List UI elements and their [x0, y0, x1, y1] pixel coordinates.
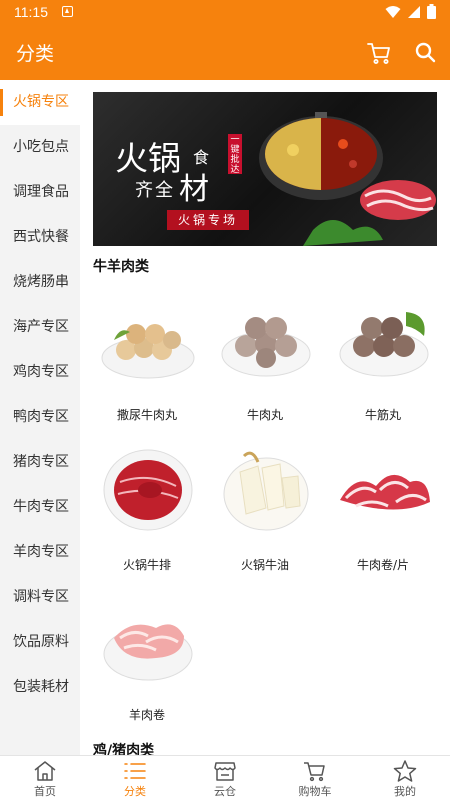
tab-home[interactable]: 首页: [0, 756, 90, 800]
product-card[interactable]: 牛肉卷/片: [324, 442, 442, 592]
meatball-plate-icon: [339, 312, 429, 377]
sidebar-item-label: 牛肉专区: [13, 499, 69, 515]
tab-label: 分类: [124, 785, 146, 798]
banner-ribbon: 火锅专场: [167, 210, 249, 230]
cart-icon[interactable]: [366, 40, 392, 66]
product-card[interactable]: 羊肉卷: [88, 592, 206, 742]
sidebar-item-label: 猪肉专区: [13, 454, 69, 470]
home-icon: [34, 761, 56, 781]
cart-icon: [304, 762, 325, 782]
sidebar-item-label: 饮品原料: [13, 634, 69, 650]
product-card[interactable]: 牛肉丸: [206, 292, 324, 442]
sidebar-item-label: 小吃包点: [13, 139, 69, 155]
category-sidebar: 火锅专区 小吃包点 调理食品 西式快餐 烧烤肠串 海产专区 鸡肉专区 鸭肉专区 …: [0, 80, 80, 755]
section-title-beef-lamb: 牛羊肉类: [93, 259, 149, 275]
sidebar-item-duck[interactable]: 鸭肉专区: [0, 395, 80, 440]
product-name: 羊肉卷: [128, 708, 165, 722]
tab-label: 购物车: [298, 785, 332, 798]
sidebar-item-lamb[interactable]: 羊肉专区: [0, 530, 80, 575]
tab-mine[interactable]: 我的: [360, 756, 450, 800]
sidebar-item-label: 鸡肉专区: [13, 364, 69, 380]
sidebar-item-label: 火锅专区: [13, 94, 69, 110]
sidebar-item-snacks[interactable]: 小吃包点: [0, 125, 80, 170]
sidebar-item-hotpot[interactable]: 火锅专区: [0, 80, 80, 125]
product-name: 牛肉卷/片: [356, 558, 410, 572]
page-title: 分类: [16, 43, 55, 65]
sidebar-item-label: 烧烤肠串: [13, 274, 69, 290]
sidebar-item-prepared-food[interactable]: 调理食品: [0, 170, 80, 215]
tab-label: 我的: [394, 785, 416, 798]
app-bar: 分类: [0, 24, 450, 80]
product-name: 火锅牛排: [122, 558, 171, 572]
sidebar-item-chicken[interactable]: 鸡肉专区: [0, 350, 80, 395]
sidebar-item-label: 西式快餐: [13, 229, 69, 245]
product-name: 撒尿牛肉丸: [116, 408, 177, 422]
sidebar-item-packaging[interactable]: 包装耗材: [0, 665, 80, 710]
product-card[interactable]: 火锅牛油: [206, 442, 324, 592]
sidebar-item-drinks[interactable]: 饮品原料: [0, 620, 80, 665]
sidebar-item-label: 包装耗材: [13, 679, 69, 695]
battery-icon: [427, 4, 436, 19]
tab-category[interactable]: 分类: [90, 756, 180, 800]
sidebar-item-label: 调理食品: [13, 184, 69, 200]
notification-icon: [62, 6, 73, 17]
signal-icon: [408, 5, 420, 18]
product-card[interactable]: 火锅牛排: [88, 442, 206, 592]
sidebar-item-label: 羊肉专区: [13, 544, 69, 560]
meatball-plate-icon: [101, 324, 195, 379]
tab-label: 首页: [34, 785, 56, 798]
hotpot-image: [259, 112, 436, 246]
tallow-plate-icon: [223, 451, 309, 531]
product-card[interactable]: 牛筋丸: [324, 292, 442, 442]
status-bar: 11:15: [0, 0, 450, 24]
product-name: 牛肉丸: [246, 408, 283, 422]
product-name: 火锅牛油: [240, 558, 289, 572]
product-card[interactable]: 撒尿牛肉丸: [88, 292, 206, 442]
status-time: 11:15: [14, 4, 48, 20]
beef-roll-pile-icon: [340, 474, 430, 510]
meatball-plate-icon: [221, 317, 311, 377]
star-icon: [393, 760, 417, 782]
search-icon[interactable]: [413, 40, 439, 66]
product-name: 牛筋丸: [364, 408, 401, 422]
sidebar-item-western-fastfood[interactable]: 西式快餐: [0, 215, 80, 260]
sidebar-item-pork[interactable]: 猪肉专区: [0, 440, 80, 485]
sidebar-item-seafood[interactable]: 海产专区: [0, 305, 80, 350]
sidebar-item-seasoning[interactable]: 调料专区: [0, 575, 80, 620]
section-title-chicken-pork: 鸡/猪肉类: [93, 743, 155, 755]
bottom-nav: 首页 分类 云仓 购物车 我的: [0, 755, 450, 800]
banner-headline: 火锅: [115, 139, 181, 178]
hotpot-banner[interactable]: 火锅 食 齐全 材 一键批达 火锅专场: [93, 92, 437, 246]
banner-subline: 齐全: [135, 180, 175, 201]
tab-label: 云仓: [214, 785, 236, 798]
banner-word: 材: [179, 172, 209, 207]
tab-cart[interactable]: 购物车: [270, 756, 360, 800]
list-icon: [124, 763, 146, 779]
sidebar-item-bbq[interactable]: 烧烤肠串: [0, 260, 80, 305]
beef-slices-plate-icon: [103, 449, 193, 531]
tab-cloud-warehouse[interactable]: 云仓: [180, 756, 270, 800]
banner-tag: 一键批达: [228, 134, 242, 175]
lamb-roll-plate-icon: [103, 624, 193, 681]
store-icon: [214, 762, 236, 781]
sidebar-item-label: 鸭肉专区: [13, 409, 69, 425]
status-icons: [385, 4, 436, 19]
sidebar-item-label: 调料专区: [13, 589, 69, 605]
wifi-icon: [385, 5, 401, 18]
category-content: 火锅 食 齐全 材 一键批达 火锅专场 牛羊肉类 撒尿牛肉丸 牛肉丸 牛筋丸 火…: [80, 80, 450, 755]
sidebar-item-label: 海产专区: [13, 319, 69, 335]
sidebar-item-beef[interactable]: 牛肉专区: [0, 485, 80, 530]
